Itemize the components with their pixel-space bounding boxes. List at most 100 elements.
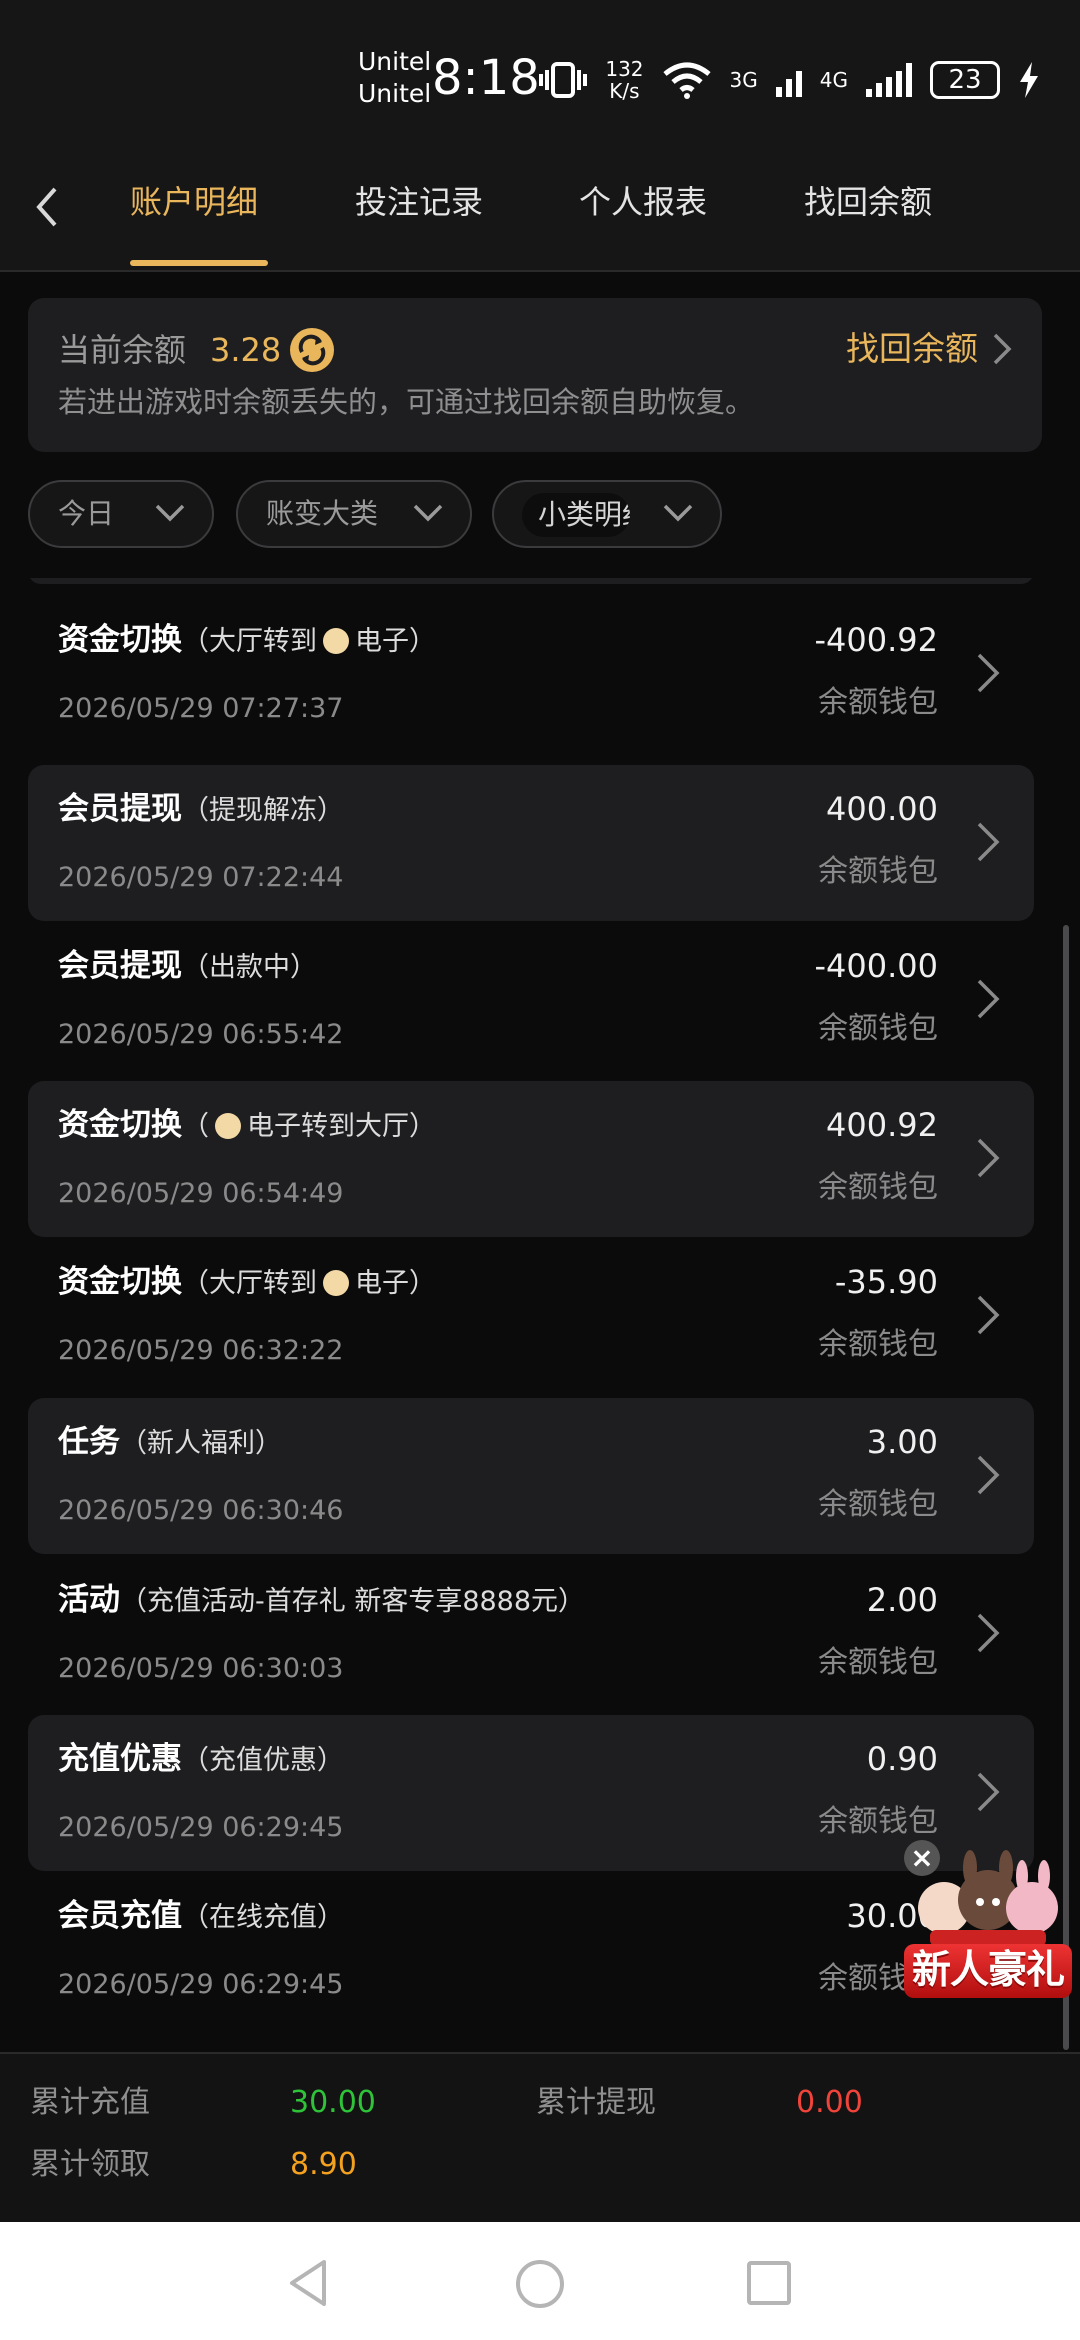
tab-bar: 账户明细 投注记录 个人报表 找回余额 — [0, 140, 1080, 272]
record-wallet: 余额钱包 — [818, 854, 938, 889]
promo-widget[interactable]: × 新人豪礼 — [900, 1840, 1072, 2006]
record-time: 2026/05/29 06:55:42 — [58, 1019, 344, 1050]
record-time: 2026/05/29 07:27:37 — [58, 693, 344, 724]
chevron-right-icon — [977, 653, 1000, 693]
chevron-left-icon — [36, 187, 57, 227]
game-icon — [215, 1113, 241, 1139]
speed-value: 132 — [605, 57, 644, 81]
carrier-info: Unitel Unitel — [358, 46, 431, 110]
list-item[interactable]: 会员充值（在线充值） 2026/05/29 06:29:45 30.00 余额钱… — [28, 1872, 1034, 2028]
status-bar: Unitel Unitel 8:18 132 K/s 3G 4G 23 — [0, 0, 1080, 140]
record-title: 资金切换（ 电子转到大厅） — [58, 1107, 436, 1143]
game-icon — [323, 1270, 349, 1296]
records-list[interactable]: 资金切换（大厅转到 电子） 2026/05/29 07:27:37 -400.92… — [0, 578, 1080, 2052]
record-wallet: 余额钱包 — [818, 1487, 938, 1522]
tab-personal-report[interactable]: 个人报表 — [579, 180, 707, 224]
carrier-1: Unitel — [358, 47, 432, 76]
list-item[interactable]: 充值优惠（充值优惠） 2026/05/29 06:29:45 0.90 余额钱包 — [28, 1715, 1034, 1871]
carrier-2: Unitel — [358, 79, 432, 108]
subcategory-filter[interactable]: 小类明细 — [492, 480, 722, 548]
record-time: 2026/05/29 06:54:49 — [58, 1178, 344, 1209]
list-item[interactable]: 资金切换（大厅转到 电子） 2026/05/29 06:32:22 -35.90 … — [28, 1238, 1034, 1394]
battery-level: 23 — [930, 61, 1000, 99]
list-item-partial — [28, 578, 1034, 584]
list-item[interactable]: 资金切换（大厅转到 电子） 2026/05/29 07:27:37 -400.92… — [28, 596, 1034, 752]
tab-account-details[interactable]: 账户明细 — [130, 180, 258, 224]
chevron-right-icon — [977, 1455, 1000, 1495]
charging-icon — [1020, 62, 1038, 98]
withdraw-total-label: 累计提现 — [536, 2085, 656, 2120]
claim-total-label: 累计领取 — [30, 2147, 150, 2182]
record-title: 会员提现（出款中） — [58, 948, 317, 984]
date-filter[interactable]: 今日 — [28, 480, 214, 548]
chevron-right-icon — [977, 1295, 1000, 1335]
tab-recover-balance[interactable]: 找回余额 — [804, 180, 932, 224]
deposit-total-value: 30.00 — [290, 2085, 376, 2120]
chevron-right-icon — [977, 979, 1000, 1019]
record-title: 会员充值（在线充值） — [58, 1898, 344, 1934]
record-time: 2026/05/29 06:30:03 — [58, 1653, 344, 1684]
promo-label: 新人豪礼 — [904, 1944, 1072, 1998]
withdraw-total-value: 0.00 — [796, 2085, 863, 2120]
list-item[interactable]: 会员提现（出款中） 2026/05/29 06:55:42 -400.00 余额… — [28, 922, 1034, 1078]
network-type-1: 3G — [729, 68, 758, 92]
record-title: 充值优惠（充值优惠） — [58, 1741, 344, 1777]
record-wallet: 余额钱包 — [818, 1011, 938, 1046]
signal-bars-1 — [775, 63, 802, 97]
list-item[interactable]: 任务（新人福利） 2026/05/29 06:30:46 3.00 余额钱包 — [28, 1398, 1034, 1554]
system-nav-bar — [0, 2222, 1080, 2340]
chevron-down-icon — [155, 504, 185, 522]
nav-recents-icon[interactable] — [746, 2260, 792, 2306]
record-amount: -35.90 — [834, 1263, 938, 1301]
record-wallet: 余额钱包 — [818, 1327, 938, 1362]
balance-card: 当前余额 3.28 若进出游戏时余额丢失的，可通过找回余额自助恢复。 找回余额 — [28, 298, 1042, 452]
recover-balance-link[interactable]: 找回余额 — [846, 326, 1012, 372]
summary-bar: 累计充值 30.00 累计提现 0.00 累计领取 8.90 — [0, 2052, 1080, 2224]
chevron-down-icon — [413, 504, 443, 522]
chevron-right-icon — [977, 1772, 1000, 1812]
record-wallet: 余额钱包 — [818, 685, 938, 720]
balance-label: 当前余额 — [58, 331, 187, 369]
record-title: 活动（充值活动-首存礼 新客专享8888元） — [58, 1582, 586, 1618]
network-speed: 132 K/s — [605, 58, 643, 102]
nav-back-icon[interactable] — [286, 2258, 330, 2308]
record-wallet: 余额钱包 — [818, 1804, 938, 1839]
chevron-right-icon — [977, 822, 1000, 862]
list-item[interactable]: 资金切换（ 电子转到大厅） 2026/05/29 06:54:49 400.92 … — [28, 1081, 1034, 1237]
record-title: 资金切换（大厅转到 电子） — [58, 1264, 436, 1300]
record-time: 2026/05/29 06:29:45 — [58, 1969, 344, 2000]
nav-home-icon[interactable] — [514, 2258, 566, 2310]
back-button[interactable] — [22, 182, 72, 232]
balance-value: 3.28 — [210, 331, 282, 369]
chevron-right-icon — [993, 333, 1012, 365]
record-amount: 3.00 — [866, 1423, 938, 1461]
refresh-icon[interactable] — [288, 326, 336, 374]
chevron-right-icon — [977, 1138, 1000, 1178]
list-item[interactable]: 活动（充值活动-首存礼 新客专享8888元） 2026/05/29 06:30:… — [28, 1556, 1034, 1712]
subcategory-pill: 小类明细 — [522, 493, 630, 537]
wifi-icon — [662, 62, 711, 99]
promo-close-button[interactable]: × — [904, 1840, 940, 1876]
speed-unit: K/s — [609, 79, 640, 103]
signal-bars-2 — [866, 63, 912, 97]
vibrate-icon — [539, 62, 588, 98]
category-filter[interactable]: 账变大类 — [236, 480, 472, 548]
balance-note: 若进出游戏时余额丢失的，可通过找回余额自助恢复。 — [58, 385, 755, 419]
record-amount: 0.90 — [866, 1740, 938, 1778]
record-time: 2026/05/29 06:30:46 — [58, 1495, 344, 1526]
clock: 8:18 — [432, 50, 540, 106]
record-time: 2026/05/29 07:22:44 — [58, 862, 344, 893]
list-item[interactable]: 会员提现（提现解冻） 2026/05/29 07:22:44 400.00 余额… — [28, 765, 1034, 921]
record-wallet: 余额钱包 — [818, 1645, 938, 1680]
claim-total-value: 8.90 — [290, 2147, 357, 2182]
record-wallet: 余额钱包 — [818, 1170, 938, 1205]
record-amount: 400.00 — [826, 790, 938, 828]
category-filter-label: 账变大类 — [266, 497, 379, 530]
record-title: 会员提现（提现解冻） — [58, 791, 344, 827]
tab-bet-records[interactable]: 投注记录 — [355, 180, 483, 224]
active-tab-indicator — [130, 260, 268, 266]
subcategory-filter-label: 小类明细 — [538, 498, 630, 531]
date-filter-label: 今日 — [58, 497, 115, 530]
network-type-2: 4G — [819, 68, 848, 92]
game-icon — [323, 628, 349, 654]
